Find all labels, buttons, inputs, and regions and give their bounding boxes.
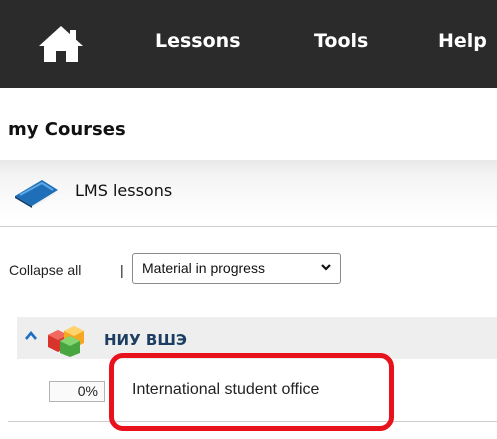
home-icon[interactable]	[36, 24, 86, 64]
nav-help[interactable]: Help	[438, 30, 487, 52]
lms-lessons-label: LMS lessons	[75, 181, 173, 200]
course-group-label[interactable]: НИУ ВШЭ	[104, 331, 187, 349]
highlight-annotation	[109, 353, 394, 431]
collapse-arrow-icon[interactable]	[25, 331, 37, 341]
progress-indicator: 0%	[49, 381, 105, 402]
nav-lessons[interactable]: Lessons	[155, 30, 241, 52]
nav-tools[interactable]: Tools	[314, 30, 368, 52]
separator: |	[120, 262, 124, 278]
cubes-icon	[48, 326, 84, 357]
chevron-down-icon	[321, 264, 331, 271]
filter-selected-value: Material in progress	[142, 260, 265, 276]
page-title: my Courses	[8, 119, 126, 140]
collapse-all-link[interactable]: Collapse all	[9, 262, 81, 278]
book-icon	[15, 180, 58, 208]
material-filter-select[interactable]: Material in progress	[132, 253, 341, 284]
